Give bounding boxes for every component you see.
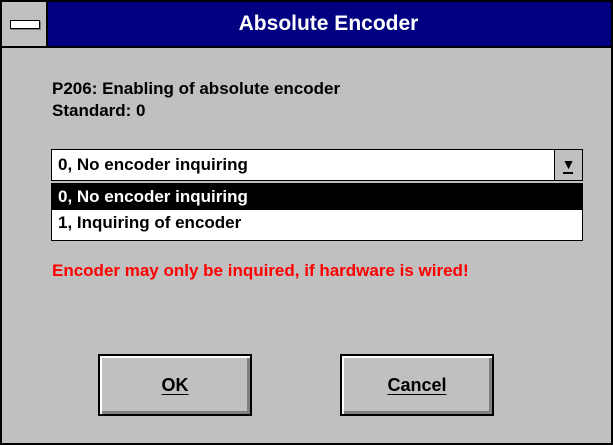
ok-button[interactable]: OK (98, 354, 252, 416)
title-bar[interactable]: Absolute Encoder (2, 2, 611, 48)
encoder-combobox[interactable]: 0, No encoder inquiring ▼ (51, 149, 583, 181)
parameter-description: P206: Enabling of absolute encoder Stand… (52, 78, 340, 122)
system-menu-button[interactable] (2, 2, 48, 46)
encoder-options-list[interactable]: 0, No encoder inquiring 1, Inquiring of … (51, 183, 583, 241)
parameter-name: P206: Enabling of absolute encoder (52, 79, 341, 98)
ok-button-label: OK (161, 374, 189, 395)
option-inquiring-of-encoder[interactable]: 1, Inquiring of encoder (52, 210, 582, 236)
cancel-button[interactable]: Cancel (340, 354, 494, 416)
standard-value: Standard: 0 (52, 101, 146, 120)
dropdown-arrow-icon: ▼ (561, 155, 576, 174)
hardware-warning-text: Encoder may only be inquired, if hardwar… (52, 261, 469, 280)
system-menu-icon (10, 20, 40, 29)
window-title: Absolute Encoder (238, 12, 419, 35)
option-no-encoder-inquiring[interactable]: 0, No encoder inquiring (52, 184, 582, 210)
cancel-button-label: Cancel (387, 374, 447, 395)
absolute-encoder-dialog: Absolute Encoder P206: Enabling of absol… (0, 0, 613, 445)
dropdown-button[interactable]: ▼ (554, 150, 582, 180)
combobox-value: 0, No encoder inquiring (58, 155, 248, 174)
